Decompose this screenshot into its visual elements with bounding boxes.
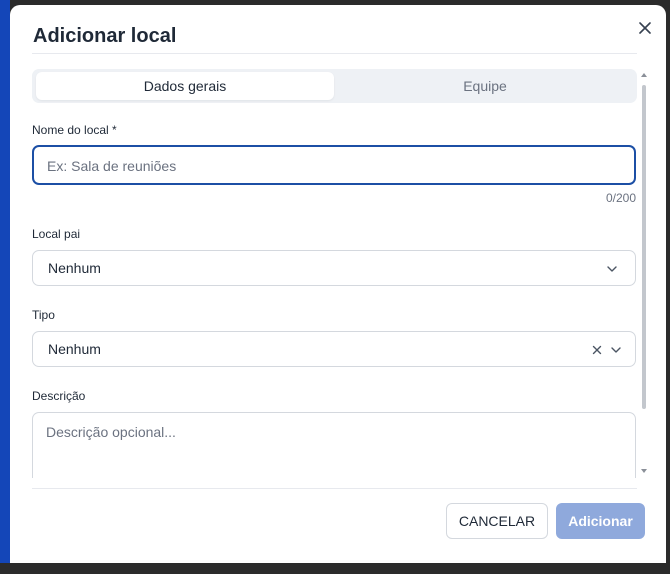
parent-location-value: Nenhum bbox=[48, 260, 101, 276]
close-icon bbox=[639, 22, 651, 34]
background-sidebar-strip bbox=[0, 0, 10, 574]
add-location-dialog: Adicionar local Dados gerais Equipe Nome… bbox=[10, 5, 666, 563]
name-input-wrapper bbox=[32, 145, 636, 185]
tab-general-data[interactable]: Dados gerais bbox=[36, 72, 334, 100]
description-wrapper bbox=[32, 412, 636, 478]
type-select[interactable]: Nenhum bbox=[32, 331, 636, 367]
footer-divider bbox=[32, 488, 637, 489]
type-label: Tipo bbox=[32, 308, 55, 322]
close-button[interactable] bbox=[636, 19, 654, 37]
tab-bar: Dados gerais Equipe bbox=[32, 69, 637, 103]
name-char-counter: 0/200 bbox=[605, 191, 636, 205]
background-bottom bbox=[0, 563, 670, 574]
description-textarea[interactable] bbox=[44, 422, 618, 476]
cancel-button[interactable]: CANCELAR bbox=[446, 503, 548, 539]
header-divider bbox=[32, 53, 637, 54]
dialog-title: Adicionar local bbox=[33, 25, 177, 47]
chevron-down-icon bbox=[607, 266, 617, 272]
tab-team[interactable]: Equipe bbox=[337, 72, 633, 100]
form-scrollbar[interactable] bbox=[640, 71, 648, 475]
parent-location-label: Local pai bbox=[32, 227, 81, 241]
name-label: Nome do local * bbox=[32, 123, 117, 137]
type-value: Nenhum bbox=[48, 341, 101, 357]
description-label: Descrição bbox=[32, 389, 86, 403]
chevron-down-icon bbox=[611, 347, 621, 353]
parent-location-select[interactable]: Nenhum bbox=[32, 250, 636, 286]
add-button[interactable]: Adicionar bbox=[556, 503, 645, 539]
clear-x-icon[interactable] bbox=[591, 344, 603, 356]
name-input[interactable] bbox=[45, 157, 609, 175]
